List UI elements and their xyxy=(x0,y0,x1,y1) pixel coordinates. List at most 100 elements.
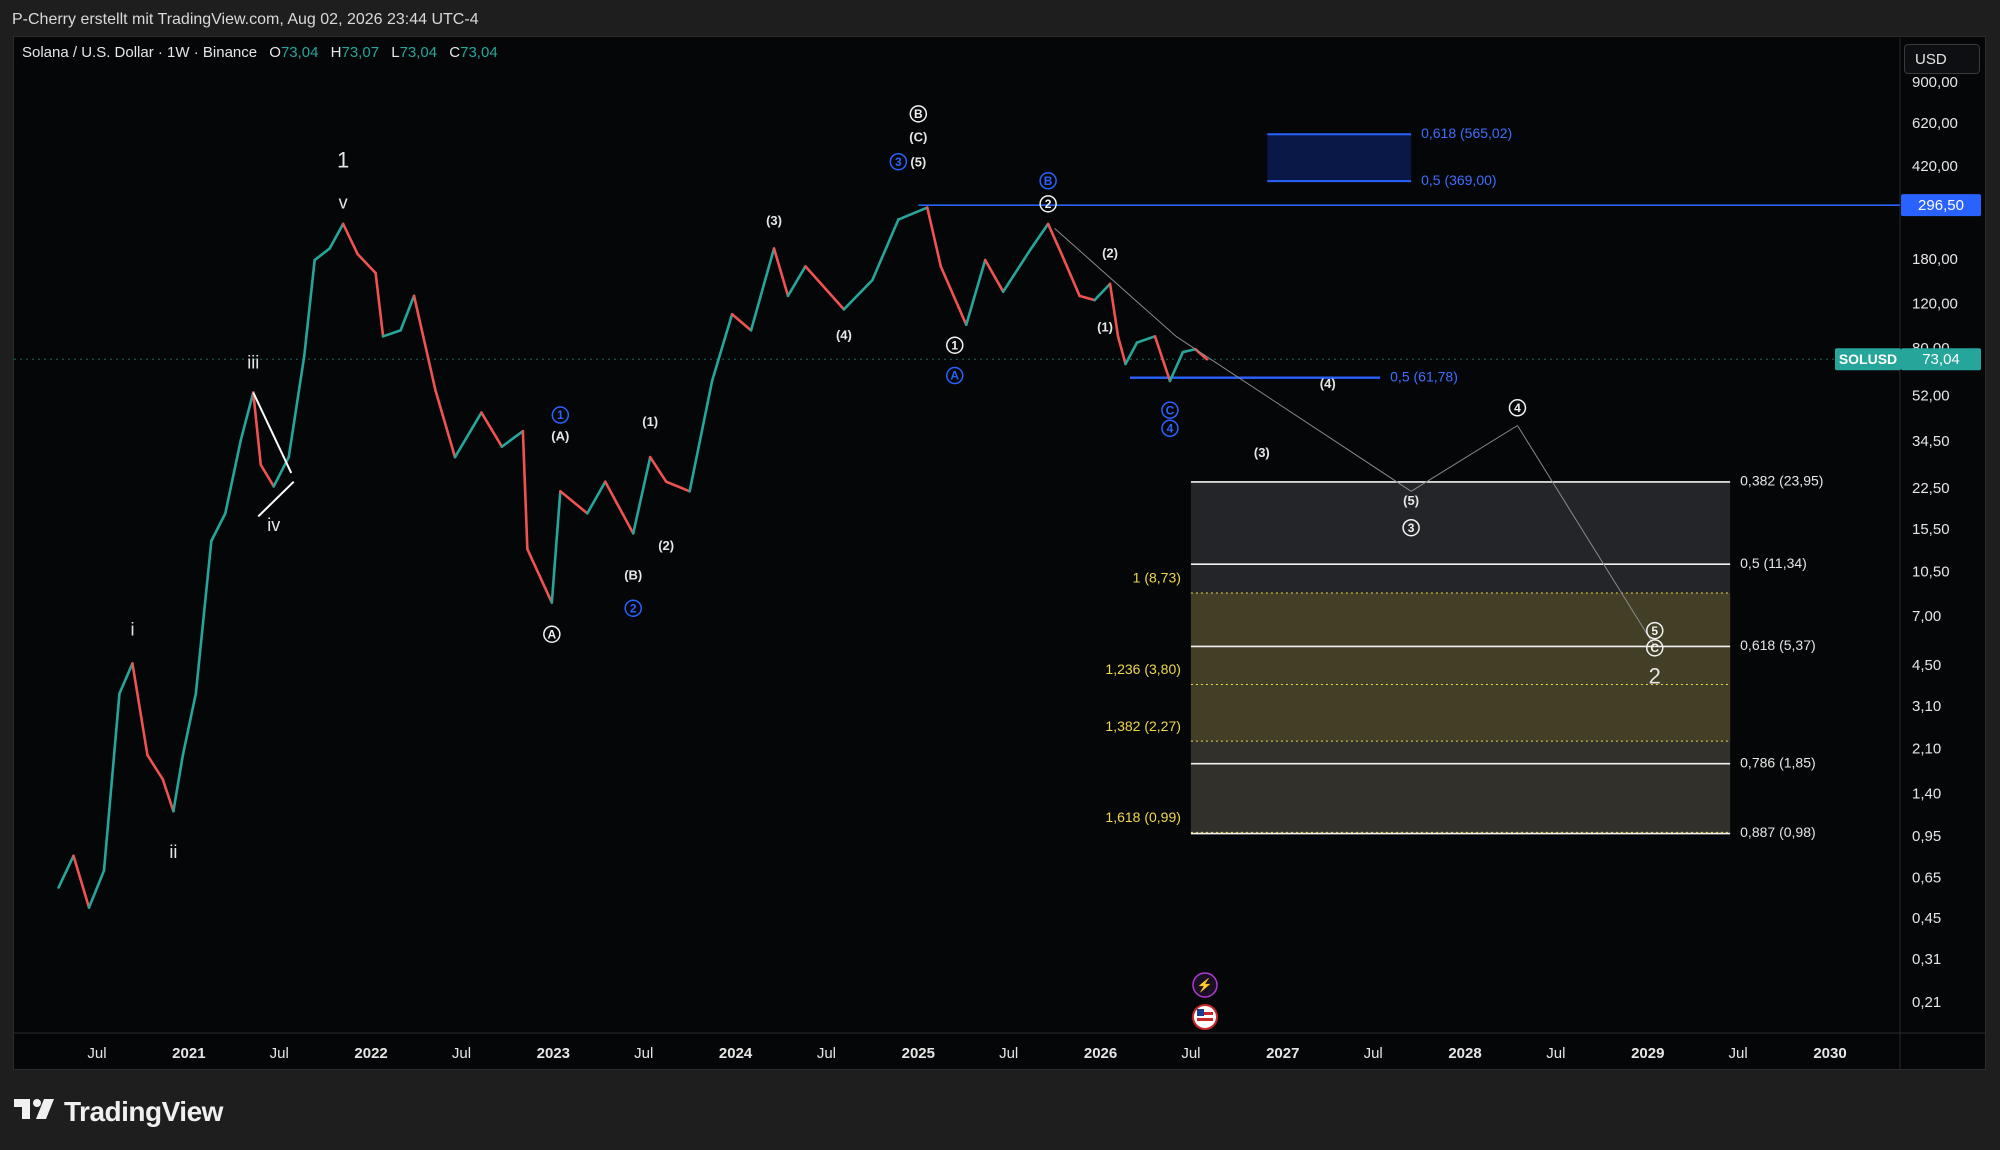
price-segment[interactable] xyxy=(1124,341,1139,366)
price-segment[interactable] xyxy=(983,258,1005,293)
price-segment[interactable] xyxy=(1153,335,1172,383)
price-segment[interactable] xyxy=(87,869,106,909)
price-segment[interactable] xyxy=(1181,347,1197,354)
price-segment[interactable] xyxy=(302,258,316,358)
price-segment[interactable] xyxy=(194,539,213,695)
price-segment[interactable] xyxy=(585,480,607,515)
price-segment[interactable] xyxy=(57,854,75,889)
price-segment[interactable] xyxy=(313,247,331,262)
wave-label: C xyxy=(1650,641,1659,655)
price-segment[interactable] xyxy=(328,222,345,250)
price-axis-tick: 22,50 xyxy=(1912,480,1950,497)
price-segment[interactable] xyxy=(480,411,504,448)
fib-target-zone[interactable] xyxy=(1267,134,1412,182)
triangle-lower-line[interactable] xyxy=(257,480,295,518)
triangle-upper-line[interactable] xyxy=(252,392,293,474)
fib-retracement-label: 0,5 (11,34) xyxy=(1740,555,1807,571)
price-segment[interactable] xyxy=(749,247,776,332)
high-value: 73,07 xyxy=(341,44,380,61)
price-segment[interactable] xyxy=(786,265,807,298)
price-segment[interactable] xyxy=(251,391,263,467)
price-segment[interactable] xyxy=(1078,294,1096,302)
price-segment[interactable] xyxy=(118,662,134,695)
price-segment[interactable] xyxy=(939,265,968,327)
price-segment[interactable] xyxy=(688,379,714,493)
price-axis-tick: 0,21 xyxy=(1912,994,1941,1011)
price-segment[interactable] xyxy=(559,489,589,515)
wave-label: 2 xyxy=(630,601,637,615)
price-segment[interactable] xyxy=(259,463,276,488)
price-segment[interactable] xyxy=(964,258,987,327)
price-segment[interactable] xyxy=(648,455,668,484)
wave-label: (2) xyxy=(1102,246,1118,261)
price-axis-tick: 420,00 xyxy=(1912,158,1958,175)
price-segment[interactable] xyxy=(664,480,691,493)
currency-button[interactable]: USD xyxy=(1904,44,1980,74)
us-flag-event-icon[interactable] xyxy=(1192,1004,1218,1030)
price-segment[interactable] xyxy=(374,271,385,338)
price-segment[interactable] xyxy=(897,206,929,221)
price-segment[interactable] xyxy=(239,391,255,442)
symbol-title[interactable]: Solana / U.S. Dollar · 1W · Binance xyxy=(22,44,257,61)
wave-label: ii xyxy=(169,842,177,862)
price-segment[interactable] xyxy=(1116,335,1127,366)
fib-extension-label: 1,236 (3,80) xyxy=(1105,661,1181,677)
price-segment[interactable] xyxy=(453,411,483,459)
price-segment[interactable] xyxy=(131,662,149,757)
price-segment[interactable] xyxy=(526,547,554,604)
price-segment[interactable] xyxy=(772,247,790,298)
price-segment[interactable] xyxy=(871,218,900,282)
close-label: C xyxy=(449,44,461,61)
time-axis-tick: Jul xyxy=(87,1045,106,1062)
price-segment[interactable] xyxy=(412,294,437,392)
price-segment[interactable] xyxy=(287,355,306,459)
price-segment[interactable] xyxy=(72,854,91,909)
time-axis-tick: 2028 xyxy=(1448,1045,1481,1062)
tradingview-brand[interactable]: TradingView xyxy=(14,1092,223,1132)
wave-label: (5) xyxy=(1403,493,1419,508)
price-segment[interactable] xyxy=(181,692,198,757)
price-segment[interactable] xyxy=(842,278,874,311)
price-axis-tick: 10,50 xyxy=(1912,564,1950,581)
time-axis-tick: 2030 xyxy=(1813,1045,1846,1062)
price-segment[interactable] xyxy=(1060,252,1081,298)
price-segment[interactable] xyxy=(926,206,943,268)
price-segment[interactable] xyxy=(1135,335,1157,344)
time-axis-tick: 2026 xyxy=(1084,1045,1117,1062)
price-segment[interactable] xyxy=(161,778,175,813)
price-segment[interactable] xyxy=(550,489,562,604)
price-axis-tick: 0,45 xyxy=(1912,910,1941,927)
wave-label: 3 xyxy=(1408,521,1415,535)
price-segment[interactable] xyxy=(341,222,359,256)
fib-extension-label: 1 (8,73) xyxy=(1133,570,1181,586)
fib-extension-lower-band[interactable] xyxy=(1190,741,1731,833)
price-segment[interactable] xyxy=(210,512,227,543)
time-axis-tick: 2024 xyxy=(719,1045,753,1062)
price-segment[interactable] xyxy=(146,753,165,781)
fib-target-label: 0,618 (565,02) xyxy=(1421,125,1512,141)
price-segment[interactable] xyxy=(730,312,753,332)
price-segment[interactable] xyxy=(102,692,121,872)
price-segment[interactable] xyxy=(1029,222,1050,250)
price-segment[interactable] xyxy=(1001,247,1033,293)
price-segment[interactable] xyxy=(356,252,377,275)
price-segment[interactable] xyxy=(631,455,652,535)
price-segment[interactable] xyxy=(381,329,402,338)
time-axis-tick: Jul xyxy=(1729,1045,1748,1062)
price-segment[interactable] xyxy=(1093,282,1112,302)
price-segment[interactable] xyxy=(500,429,525,448)
price-segment[interactable] xyxy=(172,753,185,813)
wave-label: (1) xyxy=(1097,320,1113,335)
lightning-glyph: ⚡ xyxy=(1197,977,1213,993)
wave-label: (3) xyxy=(766,213,782,228)
price-chart[interactable]: 0,618 (565,02) 0,5 (369,00) 0,382 (23,95) 0… xyxy=(0,0,2000,1150)
price-segment[interactable] xyxy=(399,294,416,332)
price-segment[interactable] xyxy=(521,429,529,551)
price-segment[interactable] xyxy=(804,265,846,311)
price-segment[interactable] xyxy=(603,480,635,535)
wave-label: 3 xyxy=(895,155,902,169)
price-segment[interactable] xyxy=(434,389,457,459)
price-segment[interactable] xyxy=(224,438,243,515)
price-segment[interactable] xyxy=(710,312,734,383)
price-axis-tick: 0,95 xyxy=(1912,828,1941,845)
